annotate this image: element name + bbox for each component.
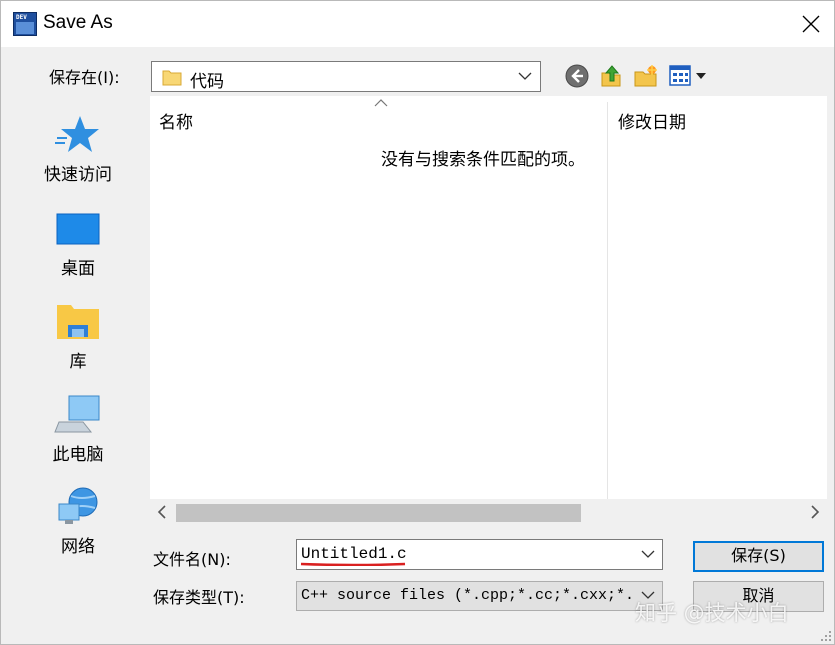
file-name-value[interactable]: Untitled1.c bbox=[301, 545, 407, 563]
file-type-value: C++ source files (*.cpp;*.cc;*.cxx;*.c++… bbox=[301, 587, 633, 604]
title-bar: DEV Save As bbox=[1, 1, 834, 47]
folder-icon bbox=[162, 70, 182, 86]
save-button[interactable]: 保存(S) bbox=[693, 541, 824, 572]
desktop-icon bbox=[56, 213, 100, 245]
app-icon-text: DEV bbox=[16, 14, 27, 21]
empty-list-message: 没有与搜索条件匹配的项。 bbox=[381, 150, 585, 170]
dev-cpp-app-icon: DEV bbox=[13, 12, 37, 36]
place-label-this-pc: 此电脑 bbox=[52, 445, 104, 465]
view-menu-icon bbox=[669, 65, 706, 86]
watermark-text: 知乎 @技术小白 bbox=[635, 601, 789, 625]
place-libraries[interactable]: 库 bbox=[11, 289, 145, 377]
chevron-down-icon[interactable] bbox=[641, 549, 655, 559]
close-icon bbox=[802, 15, 820, 33]
place-label-network: 网络 bbox=[61, 537, 95, 557]
scrollbar-thumb[interactable] bbox=[176, 504, 581, 522]
place-label-quick-access: 快速访问 bbox=[44, 165, 112, 185]
new-folder-icon bbox=[634, 65, 657, 87]
save-in-value: 代码 bbox=[190, 72, 224, 92]
save-in-dropdown[interactable]: 代码 bbox=[151, 61, 541, 92]
file-name-input[interactable]: Untitled1.c bbox=[296, 539, 663, 570]
up-one-level-button[interactable] bbox=[598, 63, 624, 89]
scroll-left-icon[interactable] bbox=[156, 505, 168, 519]
column-header-date-modified[interactable]: 修改日期 bbox=[618, 108, 686, 133]
resize-grip-icon[interactable] bbox=[820, 630, 832, 642]
up-folder-icon bbox=[601, 65, 621, 87]
red-underline-annotation bbox=[300, 562, 406, 566]
column-header-name[interactable]: 名称 bbox=[159, 108, 193, 133]
scroll-right-icon[interactable] bbox=[809, 505, 821, 519]
place-quick-access[interactable]: 快速访问 bbox=[11, 102, 145, 190]
back-button[interactable] bbox=[564, 63, 590, 89]
window-title: Save As bbox=[43, 12, 113, 33]
file-name-label: 文件名(N): bbox=[153, 550, 231, 569]
view-menu-button[interactable] bbox=[668, 63, 712, 89]
file-list[interactable]: 名称 修改日期 没有与搜索条件匹配的项。 bbox=[150, 96, 827, 526]
horizontal-scrollbar[interactable] bbox=[150, 499, 827, 526]
column-divider[interactable] bbox=[607, 102, 608, 500]
save-as-dialog: DEV Save As 保存在(I): 代码 快速访问 桌面 库 此电脑 网络 … bbox=[0, 0, 835, 645]
place-network[interactable]: 网络 bbox=[11, 474, 145, 562]
computer-icon bbox=[54, 395, 100, 433]
file-type-dropdown[interactable]: C++ source files (*.cpp;*.cc;*.cxx;*.c++… bbox=[296, 581, 663, 611]
sort-up-icon bbox=[374, 99, 388, 107]
back-arrow-icon bbox=[565, 64, 589, 88]
places-bar: 快速访问 桌面 库 此电脑 网络 bbox=[11, 96, 145, 634]
chevron-down-icon bbox=[518, 72, 532, 80]
star-icon bbox=[55, 116, 99, 152]
place-desktop[interactable]: 桌面 bbox=[11, 196, 145, 284]
place-label-libraries: 库 bbox=[69, 352, 87, 372]
library-folder-icon bbox=[57, 305, 99, 339]
save-in-label: 保存在(I): bbox=[49, 68, 120, 87]
place-this-pc[interactable]: 此电脑 bbox=[11, 382, 145, 470]
network-icon bbox=[58, 487, 98, 524]
close-button[interactable] bbox=[788, 1, 834, 47]
new-folder-button[interactable] bbox=[633, 63, 659, 89]
place-label-desktop: 桌面 bbox=[61, 259, 95, 279]
file-type-label: 保存类型(T): bbox=[153, 588, 245, 607]
